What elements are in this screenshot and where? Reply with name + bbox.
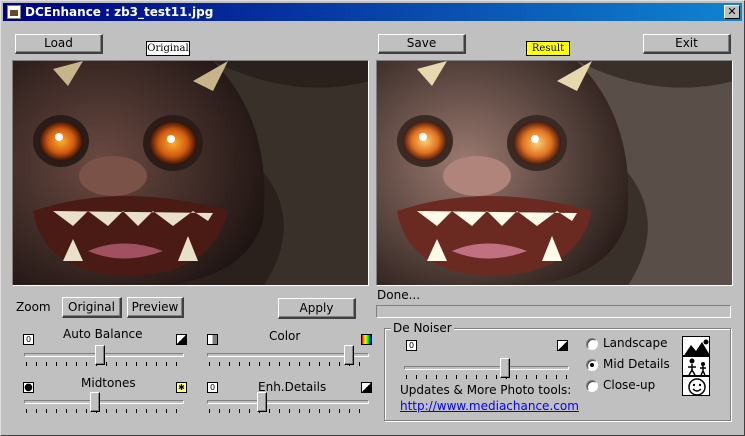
radio-landscape[interactable] [586, 338, 598, 350]
slider-ticks [26, 409, 182, 413]
slider-thumb[interactable] [344, 345, 354, 365]
progress-bar [376, 305, 731, 318]
landscape-icon[interactable] [682, 336, 710, 356]
result-tag: Result [526, 41, 570, 56]
slider-thumb[interactable] [95, 345, 105, 365]
status-text: Done... [377, 288, 421, 302]
app-icon [7, 5, 21, 19]
auto-balance-label: Auto Balance [63, 327, 143, 341]
radio-mid-details[interactable] [586, 359, 598, 371]
radio-landscape-label: Landscape [603, 336, 668, 350]
slider-thumb[interactable] [257, 392, 267, 412]
color-label: Color [269, 329, 301, 343]
zoom-label: Zoom [16, 300, 51, 314]
original-photo [13, 61, 368, 285]
save-button[interactable]: Save [378, 34, 466, 54]
midtones-label: Midtones [81, 376, 136, 390]
enh-details-slider[interactable] [207, 391, 369, 413]
people-icon[interactable] [682, 356, 710, 376]
slider-thumb[interactable] [500, 358, 510, 378]
exit-button[interactable]: Exit [643, 34, 731, 54]
slider-track [207, 400, 369, 404]
slider-ticks [209, 409, 367, 413]
midtones-slider[interactable] [24, 391, 184, 413]
slider-track [24, 400, 184, 404]
result-image [376, 60, 733, 286]
denoiser-max-icon [557, 340, 568, 351]
close-button[interactable]: ✕ [724, 5, 740, 19]
slider-ticks [406, 375, 567, 379]
auto-balance-slider[interactable] [24, 344, 184, 366]
denoiser-caption: De Noiser [391, 321, 454, 335]
radio-close-up-label: Close-up [603, 378, 656, 392]
slider-thumb[interactable] [90, 392, 100, 412]
radio-mid-details-label: Mid Details [603, 357, 670, 371]
updates-text: Updates & More Photo tools: [400, 383, 572, 397]
result-photo [377, 61, 732, 285]
denoiser-slider[interactable] [404, 357, 569, 379]
face-icon[interactable] [682, 376, 710, 396]
window-title: DCEnhance : zb3_test11.jpg [25, 5, 214, 19]
title-bar[interactable]: DCEnhance : zb3_test11.jpg ✕ [3, 3, 742, 21]
mediachance-link[interactable]: http://www.mediachance.com [400, 399, 579, 413]
apply-button[interactable]: Apply [278, 298, 356, 319]
original-tag: Original [146, 41, 190, 56]
app-window: DCEnhance : zb3_test11.jpg ✕ Load Origin… [0, 0, 745, 436]
zoom-preview-button[interactable]: Preview [127, 297, 184, 318]
load-button[interactable]: Load [15, 34, 103, 54]
slider-track [404, 366, 569, 370]
color-slider[interactable] [207, 344, 369, 366]
zoom-original-button[interactable]: Original [62, 297, 122, 318]
denoiser-min-icon: 0 [406, 340, 417, 351]
original-image [12, 60, 369, 286]
radio-close-up[interactable] [586, 380, 598, 392]
